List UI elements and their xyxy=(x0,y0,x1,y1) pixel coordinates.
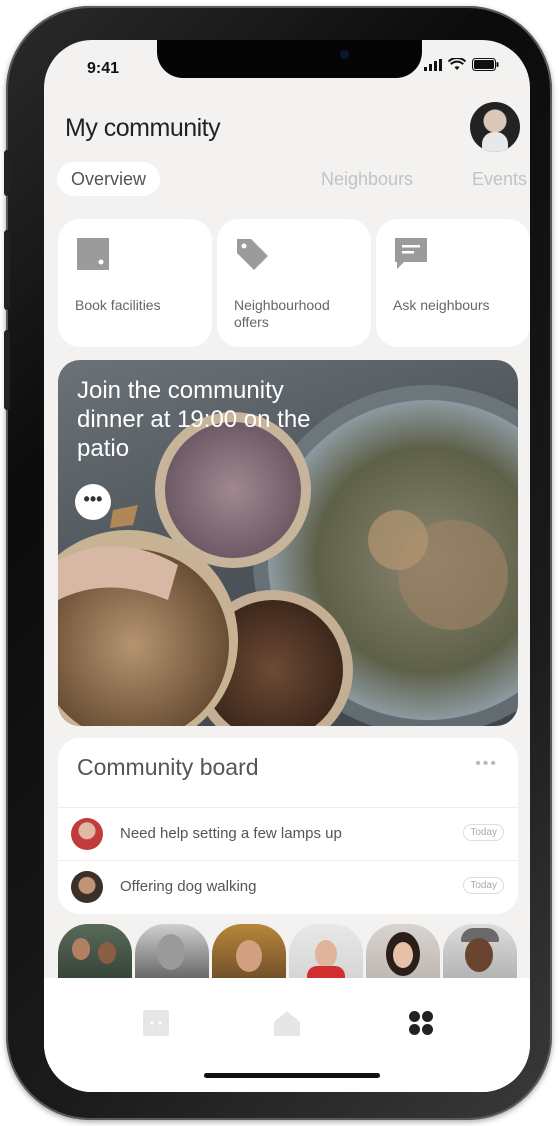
grid-icon[interactable] xyxy=(408,1010,434,1036)
neighbour-photo[interactable] xyxy=(289,924,363,980)
tab-neighbours[interactable]: Neighbours xyxy=(321,162,413,196)
neighbour-photo[interactable] xyxy=(58,924,132,980)
bottom-nav xyxy=(44,978,530,1092)
ask-neighbours-label: Ask neighbours xyxy=(393,297,490,313)
neighbour-photo[interactable] xyxy=(366,924,440,980)
home-indicator[interactable] xyxy=(204,1073,380,1078)
neighbour-photo[interactable] xyxy=(212,924,286,980)
date-badge: Today xyxy=(463,877,504,894)
post-text: Need help setting a few lamps up xyxy=(120,825,342,842)
board-title: Community board xyxy=(77,754,259,780)
tab-events[interactable]: Events xyxy=(472,162,527,196)
neighbour-face xyxy=(98,942,116,964)
status-icons xyxy=(424,58,499,71)
list-item[interactable]: Need help setting a few lamps up Today xyxy=(58,807,518,860)
volume-down-button xyxy=(4,330,10,410)
post-text: Offering dog walking xyxy=(120,878,257,895)
banner-text: Join the community dinner at 19:00 on th… xyxy=(77,377,311,462)
volume-up-button xyxy=(4,230,10,310)
tag-icon xyxy=(237,239,268,270)
neighbourhood-offers-label: Neighbourhood offers xyxy=(234,297,330,330)
tab-overview[interactable]: Overview xyxy=(57,162,161,196)
community-board: Community board ••• Need help setting a … xyxy=(58,738,518,914)
date-badge: Today xyxy=(463,824,504,841)
page-title: My community xyxy=(65,114,221,142)
wifi-icon xyxy=(448,58,466,70)
list-item[interactable]: Offering dog walking Today xyxy=(58,860,518,913)
silent-switch xyxy=(4,150,10,196)
more-dots-icon[interactable]: ••• xyxy=(75,484,111,520)
avatar xyxy=(71,818,103,850)
chat-icon xyxy=(395,238,427,269)
door-icon[interactable] xyxy=(143,1010,169,1036)
status-time: 9:41 xyxy=(87,60,120,77)
neighbour-face xyxy=(315,940,337,968)
book-facilities-label: Book facilities xyxy=(75,297,161,313)
screen: 9:41 My community Overview Neighbours Ev… xyxy=(44,40,530,1092)
notch xyxy=(157,40,422,78)
home-icon[interactable] xyxy=(274,1010,300,1036)
avatar xyxy=(71,871,103,903)
neighbour-face xyxy=(72,938,90,960)
ask-neighbours-card[interactable]: Ask neighbours xyxy=(376,219,530,347)
neighbourhood-offers-card[interactable]: Neighbourhood offers xyxy=(217,219,371,347)
neighbour-face xyxy=(393,942,413,968)
community-dinner-banner[interactable]: Join the community dinner at 19:00 on th… xyxy=(58,360,518,726)
tab-bar: Overview Neighbours Events xyxy=(57,162,530,196)
door-icon xyxy=(77,238,109,270)
neighbour-photo[interactable] xyxy=(135,924,209,980)
more-dots-icon[interactable]: ••• xyxy=(475,755,498,773)
neighbours-strip xyxy=(58,924,530,980)
neighbour-photo[interactable] xyxy=(443,924,517,980)
profile-avatar[interactable] xyxy=(470,102,520,152)
book-facilities-card[interactable]: Book facilities xyxy=(58,219,212,347)
neighbour-face xyxy=(465,938,493,972)
signal-icon xyxy=(424,59,442,71)
neighbour-face xyxy=(157,934,185,970)
battery-icon xyxy=(472,58,499,71)
camera-icon xyxy=(340,50,349,59)
neighbour-face xyxy=(236,940,262,972)
